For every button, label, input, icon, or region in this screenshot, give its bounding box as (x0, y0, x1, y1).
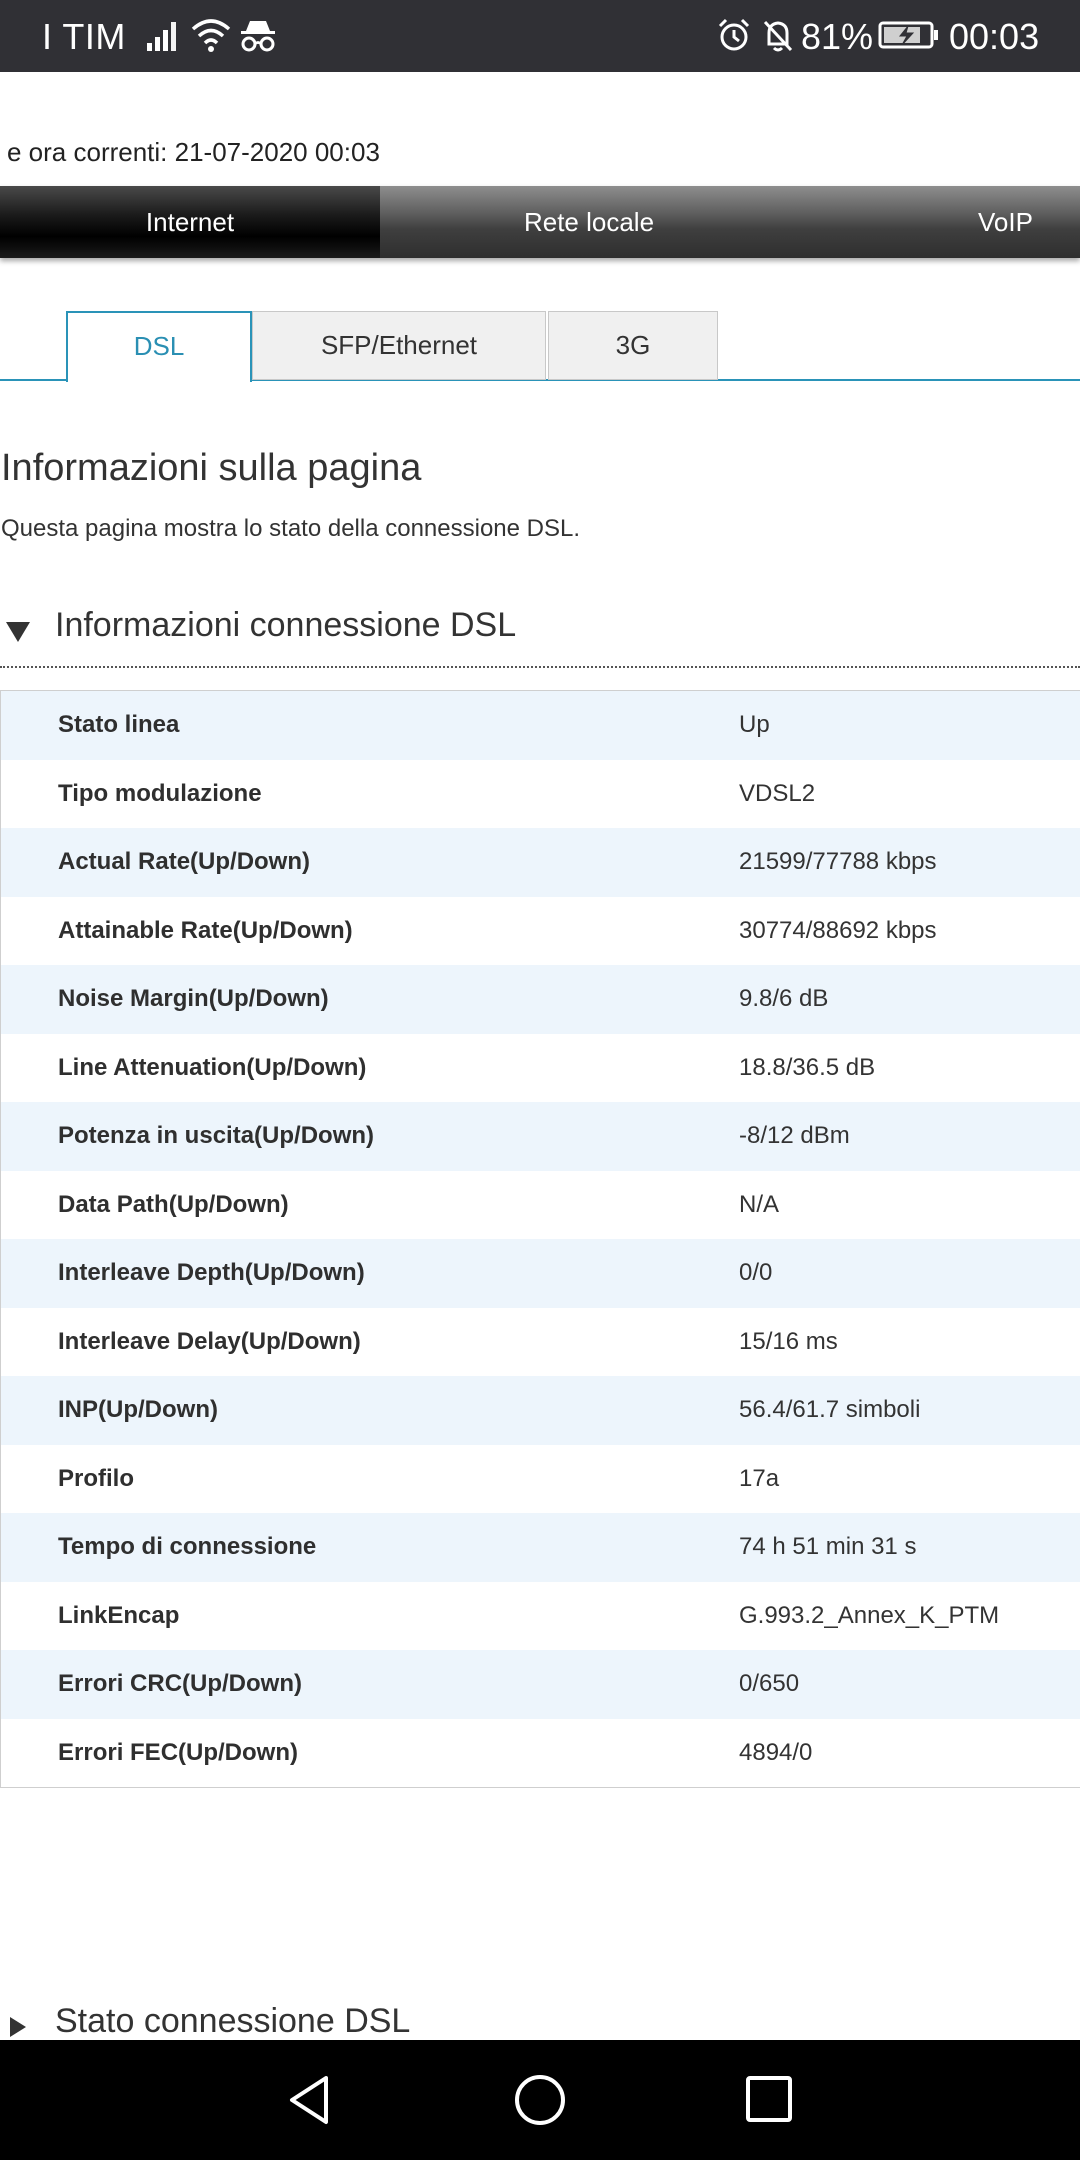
table-row: Noise Margin(Up/Down) 9.8/6 dB (1, 965, 1080, 1034)
row-value: Up (739, 711, 770, 738)
row-value: 56.4/61.7 simboli (739, 1396, 921, 1423)
row-value: 74 h 51 min 31 s (739, 1533, 917, 1560)
signal-icon (145, 17, 181, 62)
table-row: Tempo di connessione 74 h 51 min 31 s (1, 1513, 1080, 1582)
table-row: Line Attenuation(Up/Down) 18.8/36.5 dB (1, 1033, 1080, 1102)
current-datetime: e ora correnti: 21-07-2020 00:03 (7, 137, 380, 167)
page-info-description: Questa pagina mostra lo stato della conn… (1, 515, 581, 542)
row-value: 4894/0 (739, 1738, 813, 1766)
alarm-icon (716, 17, 752, 62)
row-value: 9.8/6 dB (739, 985, 829, 1012)
row-value: 30774/88692 kbps (739, 916, 937, 944)
page-info-title: Informazioni sulla pagina (1, 447, 422, 489)
incognito-icon (238, 17, 278, 62)
table-row: Errori FEC(Up/Down) 4894/0 (1, 1718, 1080, 1787)
collapsed-triangle-icon (10, 2017, 26, 2037)
row-label: Actual Rate(Up/Down) (58, 848, 310, 875)
home-icon[interactable] (512, 2072, 568, 2133)
tab-3g[interactable]: 3G (548, 311, 718, 380)
nav-rete-locale[interactable]: Rete locale (380, 186, 798, 258)
dsl-info-section-title: Informazioni connessione DSL (55, 606, 517, 644)
row-value: 15/16 ms (739, 1327, 838, 1355)
wifi-icon (190, 17, 232, 62)
clock: 00:03 (949, 16, 1040, 57)
row-value: 0/0 (739, 1259, 773, 1286)
row-value: 21599/77788 kbps (739, 848, 937, 875)
row-label: Tempo di connessione (58, 1533, 317, 1560)
notifications-off-icon (760, 17, 796, 62)
tab-sfp-ethernet[interactable]: SFP/Ethernet (252, 311, 546, 380)
row-value: VDSL2 (739, 779, 816, 807)
row-label: Profilo (58, 1464, 134, 1492)
row-value: 18.8/36.5 dB (739, 1053, 876, 1081)
row-value: G.993.2_Annex_K_PTM (739, 1601, 1000, 1629)
row-label: Line Attenuation(Up/Down) (58, 1053, 367, 1081)
dsl-status-section-title: Stato connessione DSL (55, 2002, 411, 2040)
carrier-label: I TIM (42, 16, 126, 57)
back-icon[interactable] (282, 2072, 338, 2133)
table-row: Tipo modulazione VDSL2 (1, 759, 1080, 828)
table-row: Interleave Depth(Up/Down) 0/0 (1, 1239, 1080, 1308)
tab-dsl[interactable]: DSL (66, 311, 252, 382)
dsl-info-section-header[interactable]: Informazioni connessione DSL (0, 604, 1080, 668)
table-row: Attainable Rate(Up/Down) 30774/88692 kbps (1, 896, 1080, 965)
row-label: Errori CRC(Up/Down) (58, 1670, 302, 1697)
recents-icon[interactable] (742, 2072, 798, 2133)
table-row: Actual Rate(Up/Down) 21599/77788 kbps (1, 828, 1080, 897)
battery-percent: 81% (801, 16, 874, 57)
dsl-status-section-header[interactable]: Stato connessione DSL (0, 2000, 1080, 2044)
table-row: INP(Up/Down) 56.4/61.7 simboli (1, 1376, 1080, 1445)
row-value: N/A (739, 1190, 780, 1218)
nav-voip[interactable]: VoIP (930, 186, 1080, 258)
row-label: Tipo modulazione (58, 779, 262, 807)
table-row: LinkEncap G.993.2_Annex_K_PTM (1, 1581, 1080, 1650)
row-value: -8/12 dBm (739, 1122, 850, 1149)
dsl-info-table: Stato linea Up Tipo modulazione VDSL2 Actual… (0, 690, 1080, 1788)
row-label: LinkEncap (58, 1601, 180, 1629)
android-nav-bar (0, 2040, 1080, 2160)
row-label: INP(Up/Down) (58, 1396, 218, 1423)
row-label: Noise Margin(Up/Down) (58, 985, 329, 1012)
row-value: 0/650 (739, 1670, 800, 1697)
main-nav: Internet Rete locale VoIP (0, 186, 1080, 258)
row-label: Data Path(Up/Down) (58, 1190, 289, 1218)
row-label: Interleave Delay(Up/Down) (58, 1327, 361, 1355)
expanded-triangle-icon (6, 622, 30, 642)
row-label: Interleave Depth(Up/Down) (58, 1259, 365, 1286)
table-row: Errori CRC(Up/Down) 0/650 (1, 1650, 1080, 1719)
nav-internet[interactable]: Internet (0, 186, 380, 258)
status-bar: I TIM 81% 00:03 (0, 0, 1080, 72)
row-label: Stato linea (58, 711, 180, 738)
table-row: Interleave Delay(Up/Down) 15/16 ms (1, 1307, 1080, 1376)
table-row: Profilo 17a (1, 1444, 1080, 1513)
table-row: Data Path(Up/Down) N/A (1, 1170, 1080, 1239)
battery-charging-icon (878, 17, 940, 62)
table-row: Potenza in uscita(Up/Down) -8/12 dBm (1, 1102, 1080, 1171)
row-label: Potenza in uscita(Up/Down) (58, 1122, 375, 1149)
table-row: Stato linea Up (1, 691, 1080, 760)
row-value: 17a (739, 1464, 780, 1492)
row-label: Attainable Rate(Up/Down) (58, 916, 353, 944)
row-label: Errori FEC(Up/Down) (58, 1738, 298, 1766)
